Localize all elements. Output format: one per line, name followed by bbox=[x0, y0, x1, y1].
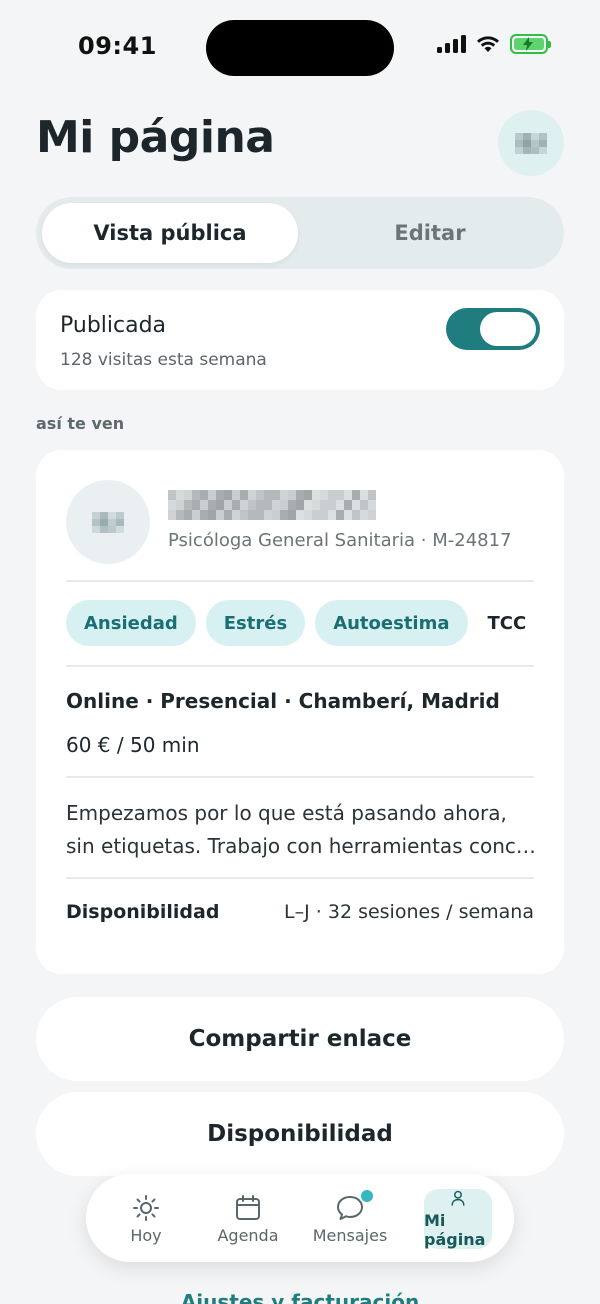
sun-icon bbox=[133, 1194, 159, 1221]
tab-label: Mensajes bbox=[312, 1225, 388, 1245]
bottom-tab-bar: Hoy Agenda Mensajes Mi página bbox=[86, 1174, 514, 1262]
session-price: 60 € / 50 min bbox=[66, 733, 200, 757]
wifi-icon bbox=[477, 36, 499, 52]
person-icon bbox=[451, 1190, 465, 1206]
settings-billing-link[interactable]: Ajustes y facturación bbox=[0, 1290, 600, 1304]
battery-icon bbox=[510, 34, 551, 54]
chip-tcc: TCC bbox=[487, 612, 527, 634]
bio-line: sin etiquetas. Trabajo con herramientas … bbox=[66, 834, 538, 858]
tab-mensajes[interactable]: Mensajes bbox=[305, 1187, 395, 1249]
tab-edit[interactable]: Editar bbox=[302, 203, 558, 263]
cellular-signal-icon bbox=[437, 35, 466, 53]
tab-label: Mi página bbox=[424, 1211, 486, 1249]
tab-label: Agenda bbox=[217, 1225, 279, 1245]
chip-estres: Estrés bbox=[205, 600, 306, 646]
tab-hoy[interactable]: Hoy bbox=[101, 1189, 191, 1249]
divider bbox=[66, 877, 534, 879]
dynamic-island bbox=[206, 20, 394, 76]
status-bar: 09:41 bbox=[0, 0, 600, 96]
chat-icon-wrap bbox=[335, 1187, 375, 1222]
availability-value: L–J · 32 sesiones / semana bbox=[284, 901, 534, 923]
profile-avatar-button[interactable] bbox=[498, 110, 564, 176]
weekly-visits-text: 128 visitas esta semana bbox=[60, 350, 267, 370]
tab-mi-pagina[interactable]: Mi página bbox=[424, 1189, 492, 1249]
pixelated-therapist-name bbox=[168, 490, 376, 520]
share-link-button[interactable]: Compartir enlace bbox=[36, 997, 564, 1081]
divider bbox=[66, 665, 534, 667]
bio-text: Empezamos por lo que está pasando ahora,… bbox=[66, 797, 538, 863]
tab-label: Hoy bbox=[130, 1225, 162, 1245]
profile-photo-pixelated-image bbox=[92, 511, 124, 533]
publish-label: Publicada bbox=[60, 313, 167, 338]
calendar-icon bbox=[236, 1194, 260, 1220]
session-modes-location: Online · Presencial · Chamberí, Madrid bbox=[66, 689, 500, 713]
availability-label: Disponibilidad bbox=[66, 901, 220, 923]
bio-line: Empezamos por lo que está pasando ahora, bbox=[66, 801, 507, 825]
unread-badge bbox=[359, 1187, 375, 1204]
status-time: 09:41 bbox=[78, 32, 157, 60]
avatar-pixelated-image bbox=[515, 132, 547, 154]
tab-agenda[interactable]: Agenda bbox=[203, 1189, 293, 1249]
professional-title: Psicóloga General Sanitaria · M-24817 bbox=[168, 530, 512, 551]
view-mode-segmented-control: Vista pública Editar bbox=[36, 197, 564, 269]
divider bbox=[66, 776, 534, 778]
publish-toggle[interactable] bbox=[446, 308, 540, 350]
publish-status-card: Publicada 128 visitas esta semana bbox=[36, 290, 564, 390]
specialty-chips: Ansiedad Estrés Autoestima TCC bbox=[66, 600, 536, 646]
public-profile-preview-card: Psicóloga General Sanitaria · M-24817 An… bbox=[36, 450, 564, 974]
availability-button[interactable]: Disponibilidad bbox=[36, 1092, 564, 1176]
preview-section-label: así te ven bbox=[36, 414, 125, 433]
profile-photo bbox=[66, 480, 150, 564]
page-title: Mi página bbox=[36, 112, 275, 163]
status-icons bbox=[437, 34, 551, 54]
chip-ansiedad: Ansiedad bbox=[66, 600, 196, 646]
chip-autoestima: Autoestima bbox=[315, 600, 468, 646]
tab-public-view[interactable]: Vista pública bbox=[42, 203, 298, 263]
toggle-knob bbox=[480, 312, 536, 346]
divider bbox=[66, 580, 534, 582]
